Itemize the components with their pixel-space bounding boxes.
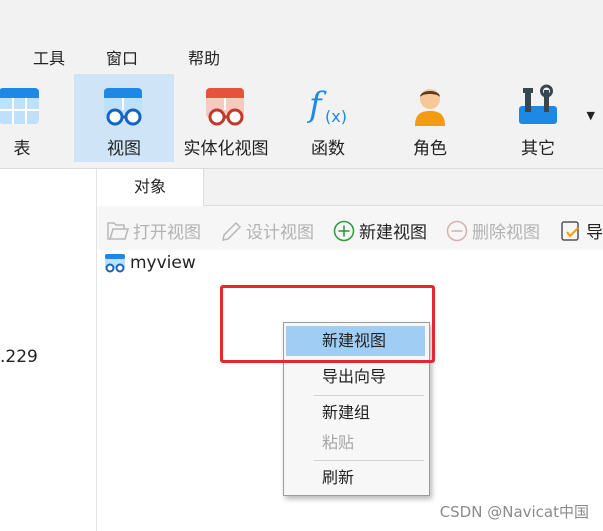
context-menu-separator xyxy=(314,460,424,461)
menu-help[interactable]: 帮助 xyxy=(188,45,220,69)
context-menu-new-group[interactable]: 新建组 xyxy=(286,398,425,428)
minus-circle-icon xyxy=(446,220,468,241)
view-icon xyxy=(105,254,125,273)
tab-strip: 对象 xyxy=(97,169,603,206)
main-toolbar: 表 视图 实体化视图 f (x) 函数 角色 其它 ▼ xyxy=(0,74,603,169)
context-menu-new-group-label: 新建组 xyxy=(322,403,371,422)
toolbar-role-label: 角色 xyxy=(413,139,447,159)
toolbar-materialized-view-button[interactable]: 实体化视图 xyxy=(176,74,276,162)
toolbar-function-button[interactable]: f (x) 函数 xyxy=(278,74,378,162)
open-view-button[interactable]: 打开视图 xyxy=(107,218,201,243)
new-view-label: 新建视图 xyxy=(359,223,427,243)
menu-window[interactable]: 窗口 xyxy=(106,45,138,69)
menu-bar: 工具 窗口 帮助 xyxy=(0,36,603,74)
table-icon xyxy=(0,88,39,124)
menu-tools[interactable]: 工具 xyxy=(33,45,65,69)
context-menu-refresh-label: 刷新 xyxy=(322,468,355,487)
toolbar-table-button[interactable]: 表 xyxy=(0,74,46,162)
list-item-myview[interactable]: myview xyxy=(104,253,196,273)
export-label: 导 xyxy=(586,223,603,243)
export-button[interactable]: 导 xyxy=(560,218,603,243)
toolbar-function-label: 函数 xyxy=(311,139,345,159)
list-item-name: myview xyxy=(130,253,196,273)
pencil-icon xyxy=(222,221,242,241)
toolbar-table-label: 表 xyxy=(13,139,31,159)
toolbar-view-button[interactable]: 视图 xyxy=(74,74,174,162)
export-icon xyxy=(561,220,579,241)
materialized-view-icon xyxy=(206,88,244,126)
folder-open-icon xyxy=(107,221,129,240)
plus-circle-icon xyxy=(333,220,355,241)
chevron-down-icon[interactable]: ▼ xyxy=(587,109,595,122)
toolbar-materialized-view-label: 实体化视图 xyxy=(183,139,269,159)
svg-text:(x): (x) xyxy=(325,107,347,126)
toolbar-others-button[interactable]: 其它 xyxy=(486,74,590,162)
new-view-button[interactable]: 新建视图 xyxy=(333,218,427,243)
toolbar-others-label: 其它 xyxy=(521,139,555,159)
toolbar-view-label: 视图 xyxy=(107,139,141,159)
delete-view-button[interactable]: 删除视图 xyxy=(446,218,540,243)
function-icon: f (x) xyxy=(306,85,347,126)
open-view-label: 打开视图 xyxy=(133,223,201,243)
watermark: CSDN @Navicat中国 xyxy=(439,503,589,521)
context-menu-export-wizard[interactable]: 导出向导 xyxy=(286,362,425,392)
context-menu-paste-label: 粘贴 xyxy=(322,433,355,452)
svg-text:f: f xyxy=(306,85,327,125)
context-menu-separator xyxy=(314,395,424,396)
connection-host-label[interactable]: .229 xyxy=(0,347,38,367)
role-icon xyxy=(415,89,445,126)
tab-objects[interactable]: 对象 xyxy=(97,169,204,206)
context-menu-export-wizard-label: 导出向导 xyxy=(322,367,387,386)
title-bar xyxy=(0,0,603,36)
design-view-button[interactable]: 设计视图 xyxy=(220,218,314,243)
toolbar-role-button[interactable]: 角色 xyxy=(380,74,480,162)
object-toolbar: 打开视图 设计视图 新建视图 删除视图 导 xyxy=(97,206,603,250)
context-menu-paste[interactable]: 粘贴 xyxy=(286,428,425,458)
delete-view-label: 删除视图 xyxy=(472,223,540,243)
context-menu-refresh[interactable]: 刷新 xyxy=(286,463,425,493)
view-icon xyxy=(104,88,142,126)
others-icon xyxy=(519,84,557,124)
highlight-annotation-box xyxy=(220,285,435,363)
design-view-label: 设计视图 xyxy=(246,223,314,243)
